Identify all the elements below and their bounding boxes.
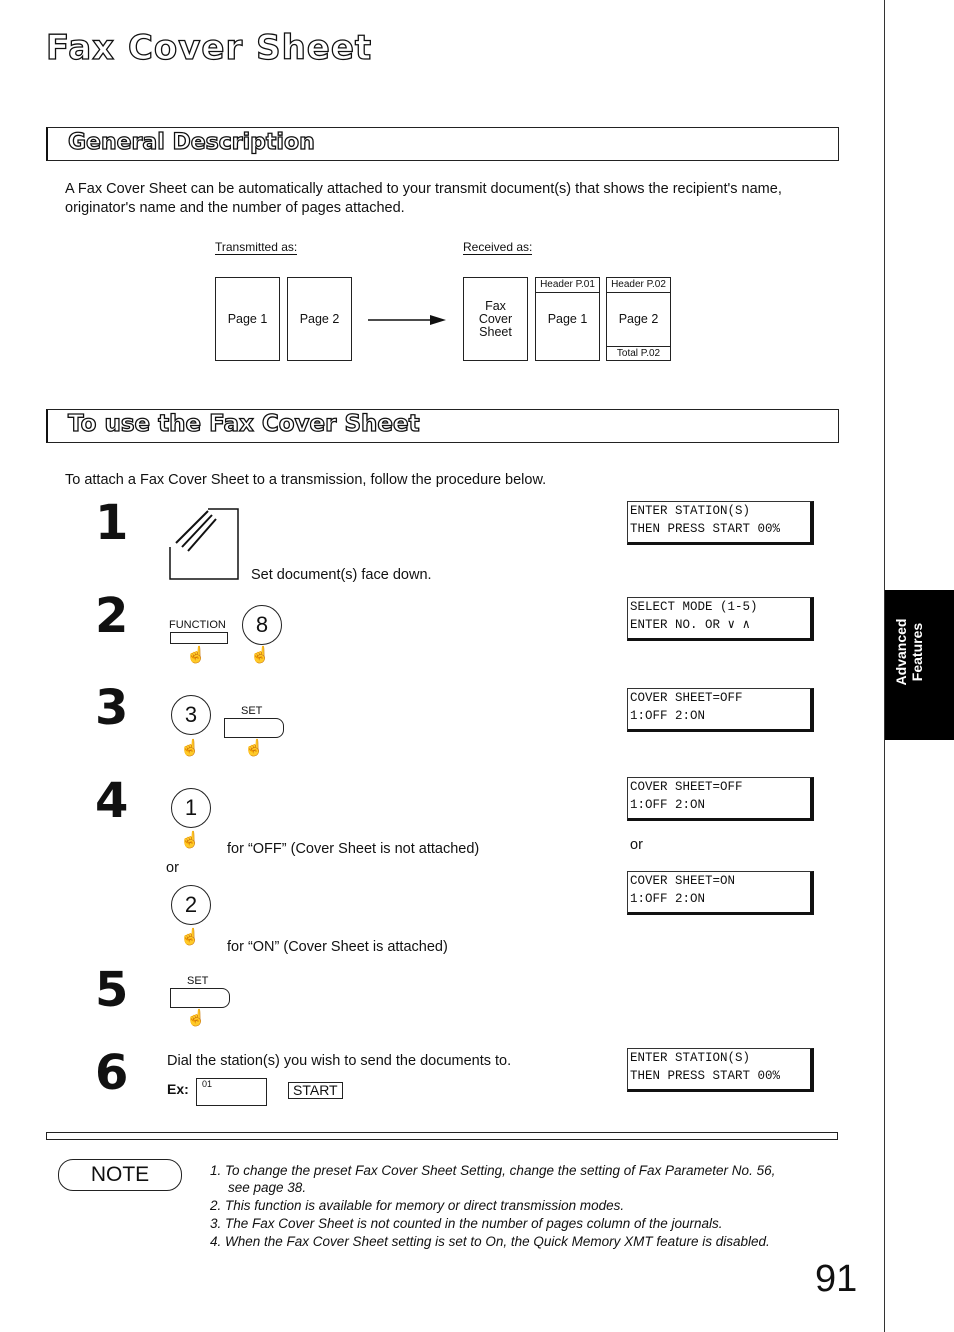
key-8[interactable]: 8 xyxy=(242,605,282,645)
set-key[interactable] xyxy=(224,718,284,738)
note-badge: NOTE xyxy=(58,1159,182,1191)
step-number: 1 xyxy=(95,495,129,551)
step-number: 4 xyxy=(95,773,129,829)
side-tab-label: Advanced xyxy=(893,618,909,686)
page-label: Page 2 xyxy=(618,312,659,326)
cover-sheet-page: Fax Cover Sheet xyxy=(463,277,528,361)
step-number: 6 xyxy=(95,1045,129,1101)
finger-press-icon: ☝ xyxy=(186,647,206,664)
lcd-line: THEN PRESS START 00% xyxy=(630,522,781,536)
start-key[interactable]: START xyxy=(288,1082,343,1099)
key-1[interactable]: 1 xyxy=(171,788,211,828)
lcd-line: ENTER STATION(S) xyxy=(630,504,751,518)
note-item: 4. When the Fax Cover Sheet setting is s… xyxy=(210,1234,770,1249)
lcd-line: 1:OFF 2:ON xyxy=(630,892,706,906)
tx-page: Page 1 xyxy=(215,277,280,361)
side-tab-label: Features xyxy=(909,622,925,682)
set-key-label: SET xyxy=(241,705,263,717)
finger-press-icon: ☝ xyxy=(250,647,270,664)
step-number: 2 xyxy=(95,588,129,644)
rx-page: Header P.02 Page 2 Total P.02 xyxy=(606,277,671,361)
key-2[interactable]: 2 xyxy=(171,885,211,925)
lcd-line: COVER SHEET=OFF xyxy=(630,691,743,705)
total-label: Total P.02 xyxy=(607,346,670,360)
page-number: 91 xyxy=(815,1258,858,1300)
step-text: for “ON” (Cover Sheet is attached) xyxy=(227,939,448,955)
intro: To attach a Fax Cover Sheet to a transmi… xyxy=(65,472,547,488)
set-key[interactable] xyxy=(170,988,230,1008)
section-title: General Description xyxy=(67,129,315,155)
note-item: 1. To change the preset Fax Cover Sheet … xyxy=(210,1163,776,1178)
lcd-line: COVER SHEET=ON xyxy=(630,874,736,888)
lcd-line: 1:OFF 2:ON xyxy=(630,798,706,812)
description: A Fax Cover Sheet can be automatically a… xyxy=(65,181,782,216)
finger-press-icon: ☝ xyxy=(180,929,200,946)
step-text: for “OFF” (Cover Sheet is not attached) xyxy=(227,841,480,857)
manual-page: Fax Cover Sheet General Description A Fa… xyxy=(0,0,954,1332)
divider xyxy=(46,1132,838,1140)
set-key-label: SET xyxy=(187,975,209,987)
function-key-label: FUNCTION xyxy=(169,619,226,631)
lcd-display: ENTER STATION(S) THEN PRESS START 00% xyxy=(627,1048,814,1092)
header-label: Header P.02 xyxy=(607,278,670,293)
step-number: 3 xyxy=(95,680,129,736)
page-title: Fax Cover Sheet xyxy=(45,27,373,68)
note-item: 3. The Fax Cover Sheet is not counted in… xyxy=(210,1216,723,1231)
section-header-general: General Description xyxy=(46,127,839,161)
rx-page: Header P.01 Page 1 xyxy=(535,277,600,361)
tx-page: Page 2 xyxy=(287,277,352,361)
transmitted-label: Transmitted as: xyxy=(215,240,298,255)
header-label: Header P.01 xyxy=(536,278,599,293)
step-number: 5 xyxy=(95,962,129,1018)
finger-press-icon: ☝ xyxy=(186,1010,206,1027)
side-tab: Advanced Features xyxy=(885,590,954,740)
finger-press-icon: ☝ xyxy=(180,740,200,757)
lcd-display: SELECT MODE (1-5) ENTER NO. OR ∨ ∧ xyxy=(627,597,814,641)
lcd-display: COVER SHEET=OFF 1:OFF 2:ON xyxy=(627,777,814,821)
lcd-display: ENTER STATION(S) THEN PRESS START 00% xyxy=(627,501,814,545)
lcd-line: ENTER STATION(S) xyxy=(630,1051,751,1065)
page-label: Page 1 xyxy=(547,312,588,326)
section-title: To use the Fax Cover Sheet xyxy=(67,410,420,437)
or-label: or xyxy=(166,860,179,876)
lcd-display: COVER SHEET=OFF 1:OFF 2:ON xyxy=(627,688,814,732)
finger-press-icon: ☝ xyxy=(244,740,264,757)
note-item: 2. This function is available for memory… xyxy=(210,1198,625,1213)
lcd-line: THEN PRESS START 00% xyxy=(630,1069,781,1083)
document-icon xyxy=(169,508,239,580)
finger-press-icon: ☝ xyxy=(180,832,200,849)
function-key[interactable] xyxy=(170,632,228,644)
note-item: see page 38. xyxy=(228,1180,307,1195)
example-label: Ex: xyxy=(167,1081,189,1097)
step-text: Set document(s) face down. xyxy=(251,567,432,583)
or-label: or xyxy=(630,837,643,853)
arrow-right-icon xyxy=(368,315,446,325)
received-label: Received as: xyxy=(463,240,533,255)
example-input: 01 xyxy=(196,1078,267,1106)
lcd-line: SELECT MODE (1-5) xyxy=(630,600,758,614)
lcd-display: COVER SHEET=ON 1:OFF 2:ON xyxy=(627,871,814,915)
section-header-use: To use the Fax Cover Sheet xyxy=(46,409,839,443)
lcd-line: 1:OFF 2:ON xyxy=(630,709,706,723)
lcd-line: COVER SHEET=OFF xyxy=(630,780,743,794)
key-3[interactable]: 3 xyxy=(171,695,211,735)
lcd-line: ENTER NO. OR ∨ ∧ xyxy=(630,618,751,632)
step-text: Dial the station(s) you wish to send the… xyxy=(167,1053,512,1069)
cover-label: Fax Cover Sheet xyxy=(478,298,513,339)
